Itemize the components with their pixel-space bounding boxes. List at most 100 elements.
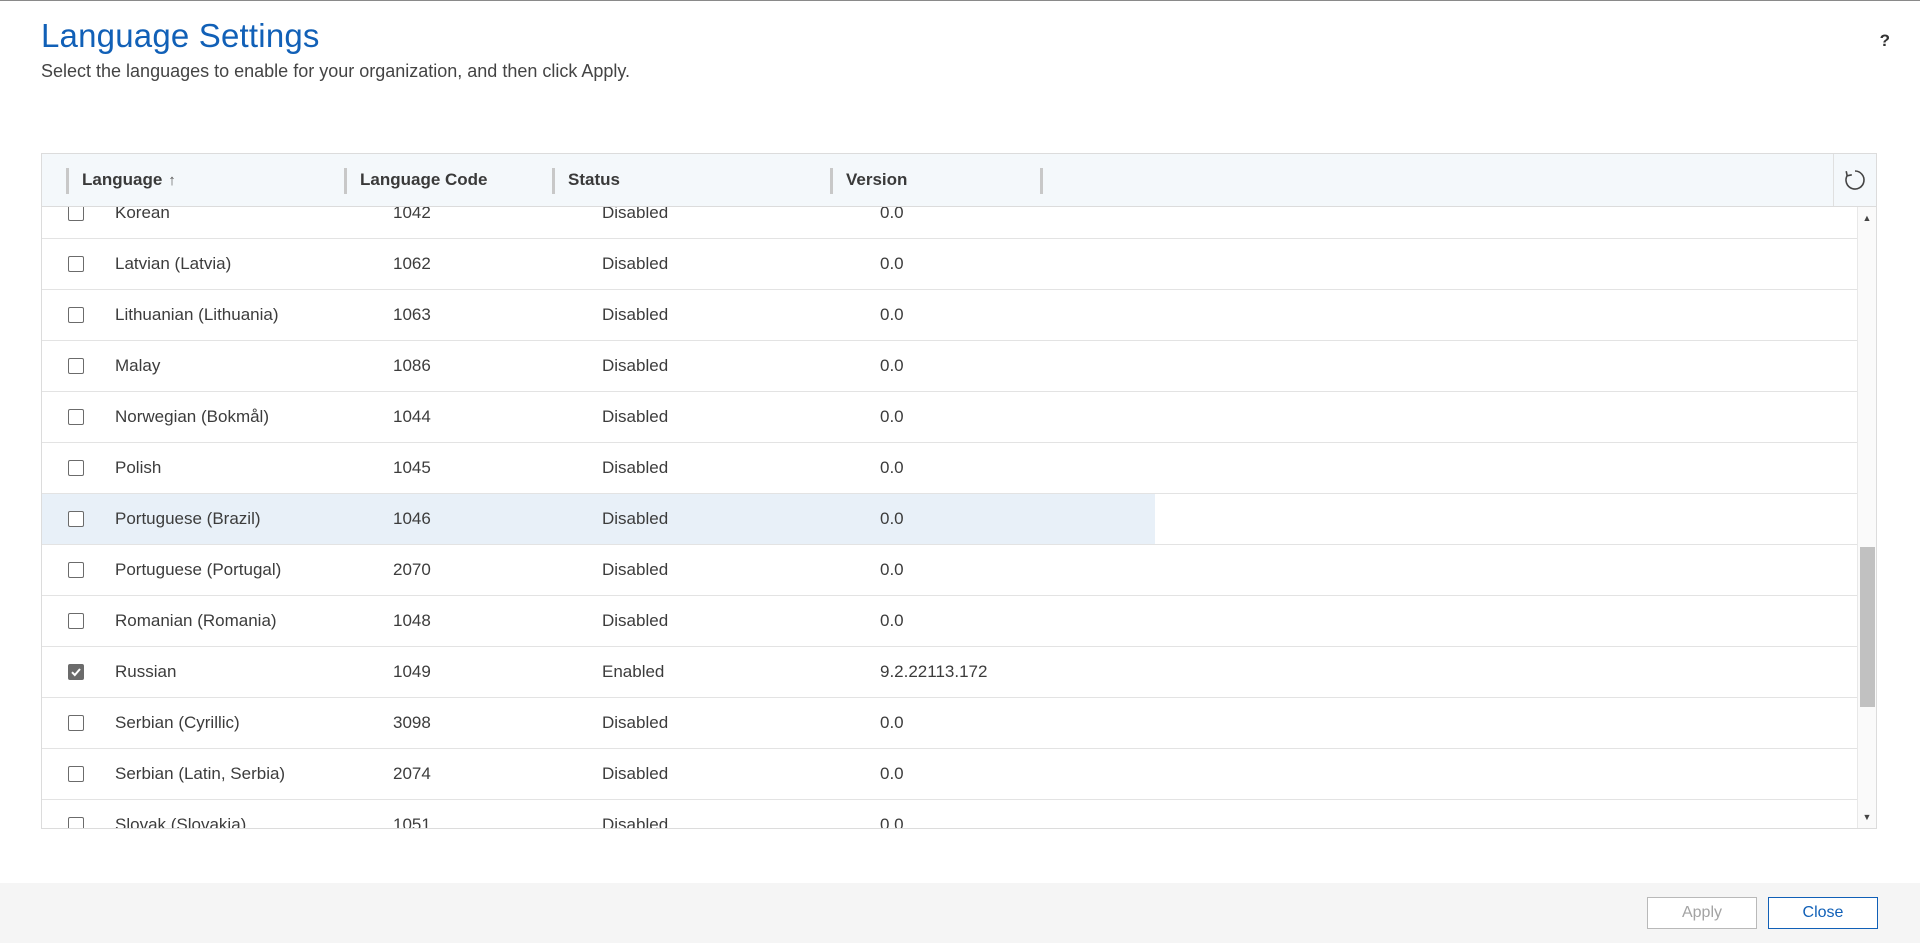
row-checkbox[interactable] bbox=[68, 307, 84, 323]
row-checkbox[interactable] bbox=[68, 613, 84, 629]
table-row[interactable]: Polish 1045 Disabled 0.0 bbox=[42, 443, 1857, 494]
refresh-icon bbox=[1845, 170, 1865, 190]
cell-status: Disabled bbox=[602, 815, 669, 828]
column-resize-handle[interactable] bbox=[552, 168, 555, 194]
language-grid: Language ↑ Language Code Status Version bbox=[41, 153, 1877, 829]
row-checkbox[interactable] bbox=[68, 358, 84, 374]
cell-language: Portuguese (Portugal) bbox=[115, 560, 282, 579]
cell-version: 0.0 bbox=[880, 560, 904, 579]
cell-version: 0.0 bbox=[880, 407, 904, 426]
table-row[interactable]: Russian 1049 Enabled 9.2.22113.172 bbox=[42, 647, 1857, 698]
cell-version: 0.0 bbox=[880, 815, 904, 828]
table-row[interactable]: Lithuanian (Lithuania) 1063 Disabled 0.0 bbox=[42, 290, 1857, 341]
column-header-version[interactable]: Version bbox=[830, 154, 1038, 206]
column-header-language-code[interactable]: Language Code bbox=[344, 154, 552, 206]
cell-language: Polish bbox=[115, 458, 162, 477]
cell-language-code: 1042 bbox=[393, 207, 431, 222]
cell-language-code: 1062 bbox=[393, 254, 431, 273]
cell-language-code: 2070 bbox=[393, 560, 431, 579]
cell-language-code: 1051 bbox=[393, 815, 431, 828]
sort-ascending-icon: ↑ bbox=[168, 171, 176, 189]
table-row[interactable]: Latvian (Latvia) 1062 Disabled 0.0 bbox=[42, 239, 1857, 290]
cell-version: 9.2.22113.172 bbox=[880, 662, 988, 681]
cell-status: Disabled bbox=[602, 764, 669, 783]
table-row[interactable]: Portuguese (Portugal) 2070 Disabled 0.0 bbox=[42, 545, 1857, 596]
row-checkbox[interactable] bbox=[68, 409, 84, 425]
cell-version: 0.0 bbox=[880, 254, 904, 273]
column-resize-handle[interactable] bbox=[344, 168, 347, 194]
column-resize-handle[interactable] bbox=[830, 168, 833, 194]
grid-rows: Korean 1042 Disabled 0.0 Latvian (Latvia… bbox=[42, 207, 1857, 828]
cell-language-code: 1044 bbox=[393, 407, 431, 426]
cell-language: Lithuanian (Lithuania) bbox=[115, 305, 279, 324]
column-header-language[interactable]: Language ↑ bbox=[66, 154, 344, 206]
apply-button[interactable]: Apply bbox=[1647, 897, 1757, 929]
cell-language-code: 1046 bbox=[393, 509, 431, 528]
page-subtitle: Select the languages to enable for your … bbox=[41, 61, 631, 81]
cell-language: Romanian (Romania) bbox=[115, 611, 277, 630]
row-checkbox[interactable] bbox=[68, 207, 84, 221]
grid-header: Language ↑ Language Code Status Version bbox=[42, 154, 1876, 207]
table-row[interactable]: Romanian (Romania) 1048 Disabled 0.0 bbox=[42, 596, 1857, 647]
cell-language-code: 3098 bbox=[393, 713, 431, 732]
cell-version: 0.0 bbox=[880, 509, 904, 528]
cell-status: Disabled bbox=[602, 305, 669, 324]
cell-status: Disabled bbox=[602, 254, 669, 273]
table-row-hovered[interactable]: Portuguese (Brazil) 1046 Disabled 0.0 bbox=[42, 494, 1857, 545]
cell-language: Russian bbox=[115, 662, 177, 681]
row-checkbox[interactable] bbox=[68, 562, 84, 578]
cell-version: 0.0 bbox=[880, 713, 904, 732]
scroll-up-arrow-icon[interactable]: ▲ bbox=[1858, 209, 1876, 227]
cell-status: Disabled bbox=[602, 560, 669, 579]
help-button[interactable]: ? bbox=[1880, 31, 1890, 51]
column-header-label: Version bbox=[846, 170, 908, 189]
row-checkbox[interactable] bbox=[68, 511, 84, 527]
row-checkbox[interactable] bbox=[68, 256, 84, 272]
table-row[interactable]: Norwegian (Bokmål) 1044 Disabled 0.0 bbox=[42, 392, 1857, 443]
table-row[interactable]: Slovak (Slovakia) 1051 Disabled 0.0 bbox=[42, 800, 1857, 828]
cell-status: Disabled bbox=[602, 509, 669, 528]
cell-language-code: 1048 bbox=[393, 611, 431, 630]
cell-status: Disabled bbox=[602, 407, 669, 426]
table-row[interactable]: Serbian (Cyrillic) 3098 Disabled 0.0 bbox=[42, 698, 1857, 749]
column-resize-handle[interactable] bbox=[66, 168, 69, 194]
row-checkbox[interactable] bbox=[68, 460, 84, 476]
cell-version: 0.0 bbox=[880, 764, 904, 783]
cell-language: Slovak (Slovakia) bbox=[115, 815, 247, 828]
scroll-down-arrow-icon[interactable]: ▼ bbox=[1858, 808, 1876, 826]
cell-version: 0.0 bbox=[880, 305, 904, 324]
column-header-label: Language bbox=[82, 170, 163, 189]
cell-status: Disabled bbox=[602, 207, 669, 222]
dialog-footer: Apply Close bbox=[0, 883, 1920, 943]
column-header-label: Language Code bbox=[360, 170, 488, 189]
cell-status: Disabled bbox=[602, 611, 669, 630]
refresh-button[interactable] bbox=[1833, 154, 1876, 206]
cell-status: Enabled bbox=[602, 662, 665, 681]
close-button[interactable]: Close bbox=[1768, 897, 1878, 929]
table-row[interactable]: Korean 1042 Disabled 0.0 bbox=[42, 207, 1857, 239]
cell-status: Disabled bbox=[602, 713, 669, 732]
cell-status: Disabled bbox=[602, 458, 669, 477]
page-title: Language Settings bbox=[41, 17, 320, 54]
cell-language: Korean bbox=[115, 207, 170, 222]
cell-language-code: 2074 bbox=[393, 764, 431, 783]
table-row[interactable]: Serbian (Latin, Serbia) 2074 Disabled 0.… bbox=[42, 749, 1857, 800]
row-checkbox[interactable] bbox=[68, 715, 84, 731]
cell-language-code: 1045 bbox=[393, 458, 431, 477]
scrollbar-thumb[interactable] bbox=[1860, 547, 1875, 707]
cell-language-code: 1063 bbox=[393, 305, 431, 324]
row-checkbox-checked[interactable] bbox=[68, 664, 84, 680]
table-row[interactable]: Malay 1086 Disabled 0.0 bbox=[42, 341, 1857, 392]
cell-language: Latvian (Latvia) bbox=[115, 254, 232, 273]
cell-language-code: 1049 bbox=[393, 662, 431, 681]
cell-language: Serbian (Cyrillic) bbox=[115, 713, 240, 732]
row-checkbox[interactable] bbox=[68, 766, 84, 782]
cell-language: Serbian (Latin, Serbia) bbox=[115, 764, 286, 783]
checkmark-icon bbox=[71, 668, 81, 677]
row-checkbox[interactable] bbox=[68, 817, 84, 828]
vertical-scrollbar[interactable]: ▲ ▼ bbox=[1857, 207, 1876, 828]
column-header-status[interactable]: Status bbox=[552, 154, 830, 206]
cell-version: 0.0 bbox=[880, 207, 904, 222]
column-resize-handle[interactable] bbox=[1040, 168, 1043, 194]
column-header-label: Status bbox=[568, 170, 620, 189]
